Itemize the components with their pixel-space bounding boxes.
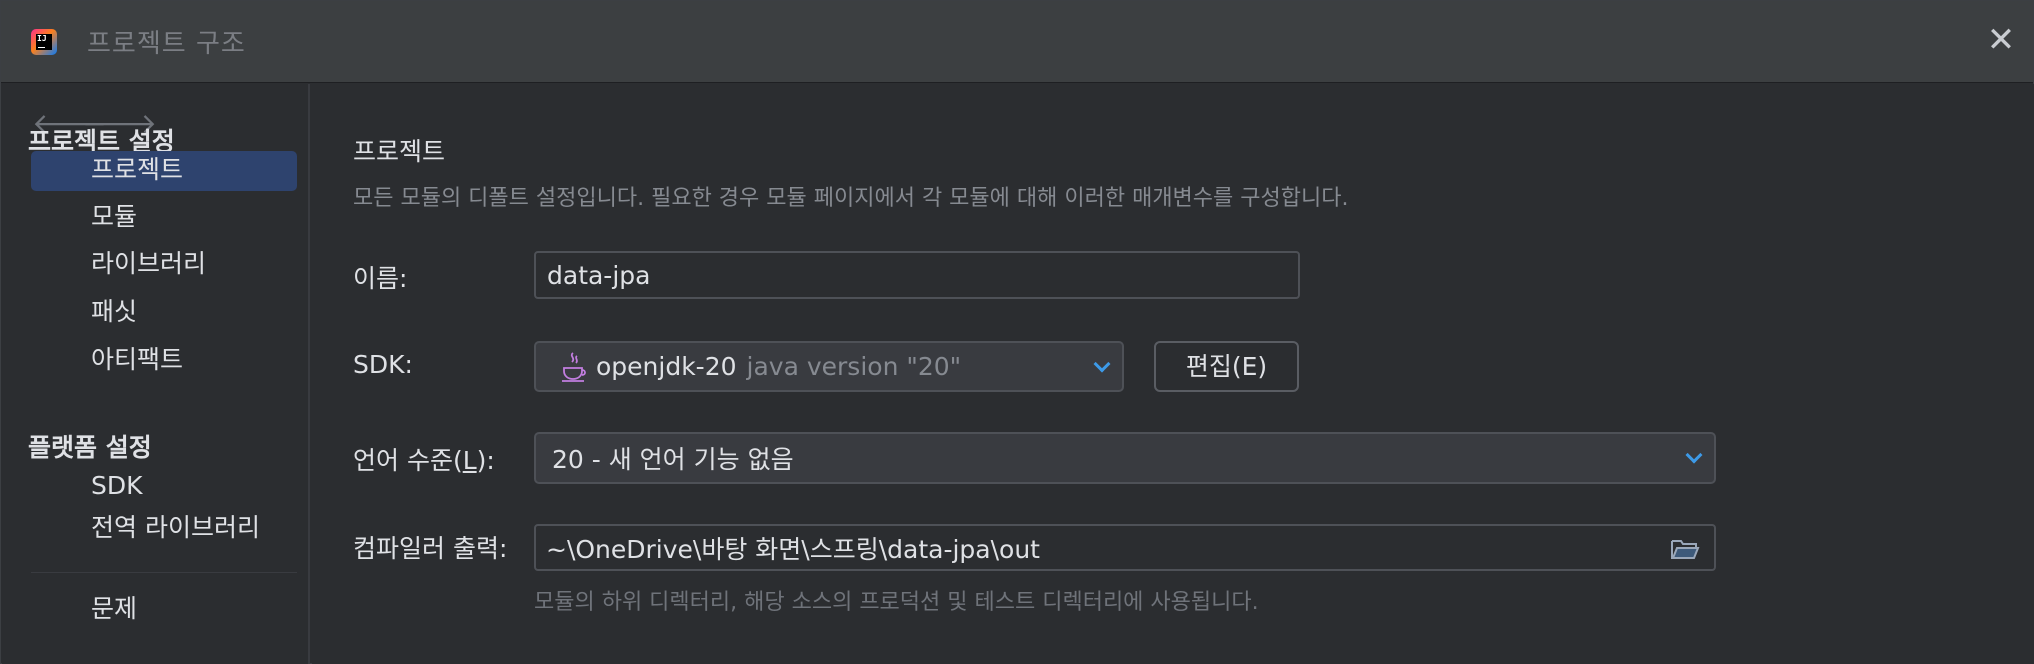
compiler-output-input[interactable]: ~\OneDrive\바탕 화면\스프링\data-jpa\out <box>534 524 1716 571</box>
section-title: 프로젝트 <box>353 137 446 166</box>
language-level-label: 언어 수준(L): <box>353 446 495 475</box>
project-name-input[interactable]: data-jpa <box>534 251 1300 299</box>
language-level-value: 20 - 새 언어 기능 없음 <box>552 445 794 474</box>
sidebar-divider <box>31 572 297 573</box>
name-label: 이름: <box>353 264 408 293</box>
window-title: 프로젝트 구조 <box>87 29 246 59</box>
sidebar-item-global-libraries[interactable]: 전역 라이브러리 <box>31 509 297 549</box>
sdk-label: SDK: <box>353 350 413 379</box>
compiler-output-hint: 모듈의 하위 디렉터리, 해당 소스의 프로덕션 및 테스트 디렉터리에 사용됩… <box>534 590 1259 615</box>
intellij-idea-icon: IJ <box>31 29 57 55</box>
sidebar: 🡐 🡒 프로젝트 설정 프로젝트 모듈 라이브러리 패싯 아티팩트 플랫폼 설정… <box>2 84 310 664</box>
sidebar-item-problems[interactable]: 문제 <box>31 590 297 630</box>
sidebar-group-platform-settings: 플랫폼 설정 <box>28 433 152 462</box>
close-icon[interactable]: ✕ <box>1981 19 2021 61</box>
sdk-name: openjdk-20 <box>596 352 737 381</box>
sidebar-item-modules[interactable]: 모듈 <box>31 198 297 238</box>
folder-open-icon[interactable] <box>1670 538 1700 560</box>
sdk-dropdown[interactable]: openjdk-20 java version "20" <box>534 341 1124 392</box>
compiler-output-label: 컴파일러 출력: <box>353 534 508 563</box>
sidebar-item-artifacts[interactable]: 아티팩트 <box>31 341 297 381</box>
compiler-output-value: ~\OneDrive\바탕 화면\스프링\data-jpa\out <box>546 534 1040 564</box>
sidebar-item-sdk[interactable]: SDK <box>31 467 297 507</box>
section-description: 모든 모듈의 디폴트 설정입니다. 필요한 경우 모듈 페이지에서 각 모듈에 … <box>353 186 1349 211</box>
chevron-down-icon <box>1685 446 1703 464</box>
java-cup-icon <box>562 351 586 382</box>
sidebar-item-facets[interactable]: 패싯 <box>31 293 297 333</box>
project-structure-dialog: IJ 프로젝트 구조 ✕ 🡐 🡒 프로젝트 설정 프로젝트 모듈 라이브러리 패… <box>0 0 2034 664</box>
title-bar: IJ 프로젝트 구조 ✕ <box>1 1 2033 83</box>
project-name-value: data-jpa <box>547 260 651 290</box>
sidebar-item-libraries[interactable]: 라이브러리 <box>31 245 297 285</box>
project-settings-panel: 프로젝트 모든 모듈의 디폴트 설정입니다. 필요한 경우 모듈 페이지에서 각… <box>312 84 2034 664</box>
language-level-dropdown[interactable]: 20 - 새 언어 기능 없음 <box>534 432 1716 484</box>
chevron-down-icon <box>1093 355 1111 372</box>
sidebar-item-project[interactable]: 프로젝트 <box>31 151 297 191</box>
edit-sdk-button[interactable]: 편집(E) <box>1154 341 1299 392</box>
sdk-version: java version "20" <box>746 352 962 381</box>
